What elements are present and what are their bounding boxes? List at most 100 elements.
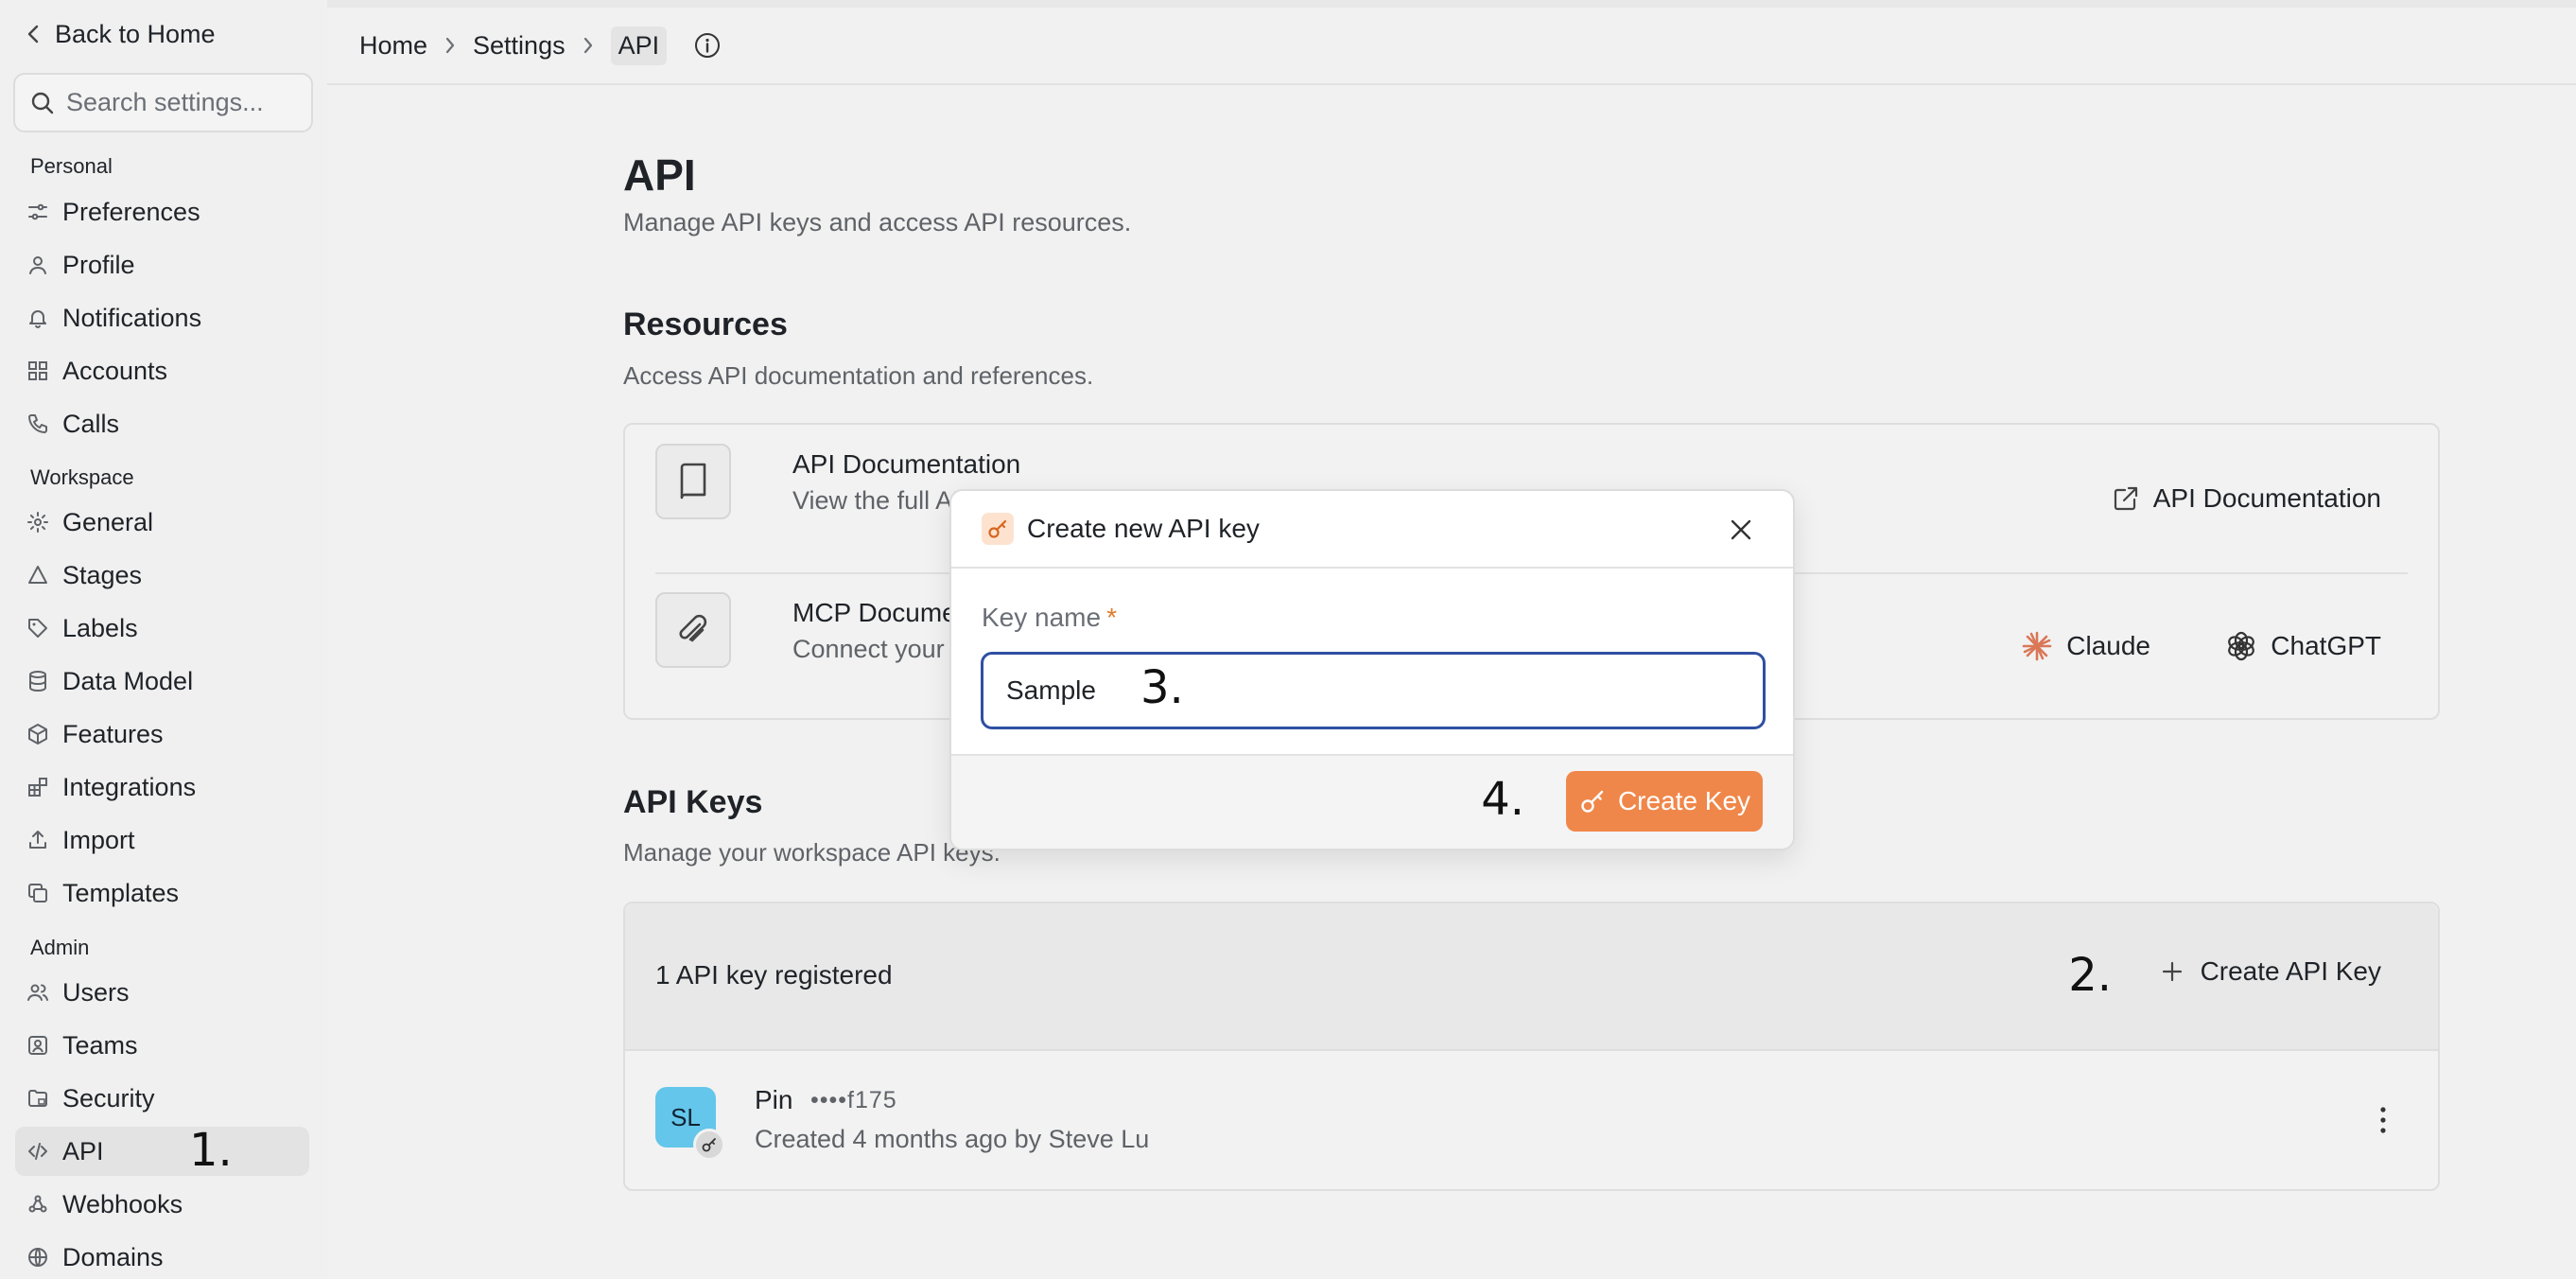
claude-label: Claude [2066, 631, 2150, 660]
api-docs-link-label: API Documentation [2152, 483, 2381, 513]
back-to-home-link[interactable]: Back to Home [26, 15, 216, 53]
create-key-label: Create Key [1617, 786, 1751, 815]
page-subtitle: Manage API keys and access API resources… [623, 208, 1132, 237]
sidebar-item-data-model[interactable]: Data Model [15, 657, 309, 706]
key-icon [982, 513, 1014, 545]
sidebar-item-label: API [62, 1136, 104, 1165]
sidebar-item-label: Labels [62, 613, 138, 642]
chevron-right-icon [583, 37, 592, 54]
sidebar-item-import[interactable]: Import [15, 815, 309, 865]
breadcrumb: Home Settings API [327, 8, 2576, 85]
webhook-icon [28, 1195, 47, 1213]
create-api-key-dialog: Create new API key Key name* 3. 4. Creat… [949, 489, 1795, 850]
resources-subtitle: Access API documentation and references. [623, 361, 1094, 390]
sidebar-item-integrations[interactable]: Integrations [15, 762, 309, 812]
sidebar-item-profile[interactable]: Profile [15, 240, 309, 289]
sidebar-item-teams[interactable]: Teams [15, 1021, 309, 1070]
create-api-key-button[interactable]: Create API Key [2161, 956, 2381, 987]
api-docs-link[interactable]: API Documentation [2112, 483, 2381, 514]
sidebar-item-label: Teams [62, 1030, 138, 1060]
user-icon [29, 256, 46, 274]
dialog-title: Create new API key [1027, 514, 1260, 543]
sidebar-item-label: Templates [62, 878, 180, 907]
grid-icon [28, 361, 47, 380]
folder-lock-icon [28, 1090, 47, 1107]
resources-title: Resources [623, 307, 788, 342]
avatar-initials: SL [670, 1102, 701, 1131]
section-title-workspace: Workspace [30, 465, 134, 489]
phone-icon [28, 414, 47, 433]
chatgpt-label: ChatGPT [2271, 631, 2381, 660]
sidebar-item-label: Data Model [62, 666, 194, 695]
claude-link[interactable]: Claude [2021, 630, 2150, 662]
sidebar-item-features[interactable]: Features [15, 710, 309, 759]
sidebar-item-templates[interactable]: Templates [15, 868, 309, 918]
top-strip [327, 0, 2576, 8]
code-icon [28, 1143, 47, 1160]
sidebar-item-domains[interactable]: Domains [15, 1233, 309, 1279]
section-title-admin: Admin [30, 936, 90, 959]
step-annotation-3: 3. [1140, 661, 1184, 714]
breadcrumb-settings[interactable]: Settings [473, 31, 566, 61]
sidebar-item-label: Import [62, 825, 135, 854]
step-annotation-4: 4. [1481, 773, 1524, 826]
sidebar-item-label: Users [62, 977, 130, 1007]
sidebar-item-label: Notifications [62, 303, 202, 332]
chatgpt-link[interactable]: ChatGPT [2225, 630, 2381, 662]
sidebar-item-security[interactable]: Security [15, 1074, 309, 1123]
chevron-left-icon [27, 25, 39, 44]
key-name-field[interactable] [981, 652, 1766, 729]
sidebar-item-accounts[interactable]: Accounts [15, 346, 309, 395]
dialog-header: Create new API key [951, 491, 1793, 569]
key-name-input[interactable] [1006, 675, 1120, 706]
key-badge-icon [693, 1129, 725, 1161]
chevron-right-icon [445, 37, 455, 54]
sidebar-item-api[interactable]: API [15, 1127, 309, 1176]
sidebar-item-notifications[interactable]: Notifications [15, 293, 309, 342]
search-settings-input[interactable] [66, 88, 303, 117]
sidebar-item-general[interactable]: General [15, 498, 309, 547]
mcp-docs-title: MCP Documen [792, 598, 972, 627]
sidebar-item-stages[interactable]: Stages [15, 551, 309, 600]
step-annotation-2: 2. [2068, 949, 2112, 1002]
api-keys-header: 1 API key registered 2. Create API Key [625, 903, 2438, 1051]
step-annotation-1: 1. [189, 1124, 233, 1177]
users-icon [27, 984, 48, 1001]
sidebar-item-users[interactable]: Users [15, 968, 309, 1017]
globe-icon [28, 1248, 47, 1267]
cube-icon [28, 724, 47, 745]
create-key-button[interactable]: Create Key [1566, 771, 1763, 832]
breadcrumb-current: API [610, 26, 668, 65]
sidebar-item-webhooks[interactable]: Webhooks [15, 1180, 309, 1229]
copy-icon [28, 884, 47, 902]
plus-icon [2162, 961, 2182, 982]
settings-search[interactable] [13, 73, 313, 132]
key-name-label-text: Key name [982, 603, 1102, 632]
search-icon [31, 92, 54, 114]
sidebar-item-label: Security [62, 1083, 155, 1113]
sidebar-item-label: Webhooks [62, 1189, 183, 1218]
tag-icon [28, 619, 47, 638]
paperclip-icon [655, 592, 731, 668]
more-vertical-icon[interactable] [2377, 1106, 2389, 1134]
key-masked-value: ••••f175 [810, 1087, 897, 1113]
info-icon[interactable] [693, 31, 722, 60]
required-marker: * [1106, 603, 1117, 632]
close-icon[interactable] [1729, 517, 1753, 542]
sliders-icon [28, 203, 47, 220]
section-title-personal: Personal [30, 154, 113, 178]
sidebar-item-label: Profile [62, 250, 135, 279]
sidebar-item-labels[interactable]: Labels [15, 604, 309, 653]
bell-icon [29, 310, 46, 328]
sidebar-item-label: Calls [62, 409, 120, 438]
sidebar-item-label: Features [62, 719, 164, 748]
blocks-icon [28, 778, 47, 797]
sidebar-item-label: Stages [62, 560, 143, 589]
create-api-key-label: Create API Key [2200, 956, 2381, 986]
sidebar-item-label: Integrations [62, 772, 197, 801]
sidebar-item-preferences[interactable]: Preferences [15, 187, 309, 237]
breadcrumb-home[interactable]: Home [359, 31, 427, 61]
triangle-icon [28, 566, 47, 584]
sidebar-item-calls[interactable]: Calls [15, 399, 309, 448]
upload-icon [29, 831, 46, 849]
